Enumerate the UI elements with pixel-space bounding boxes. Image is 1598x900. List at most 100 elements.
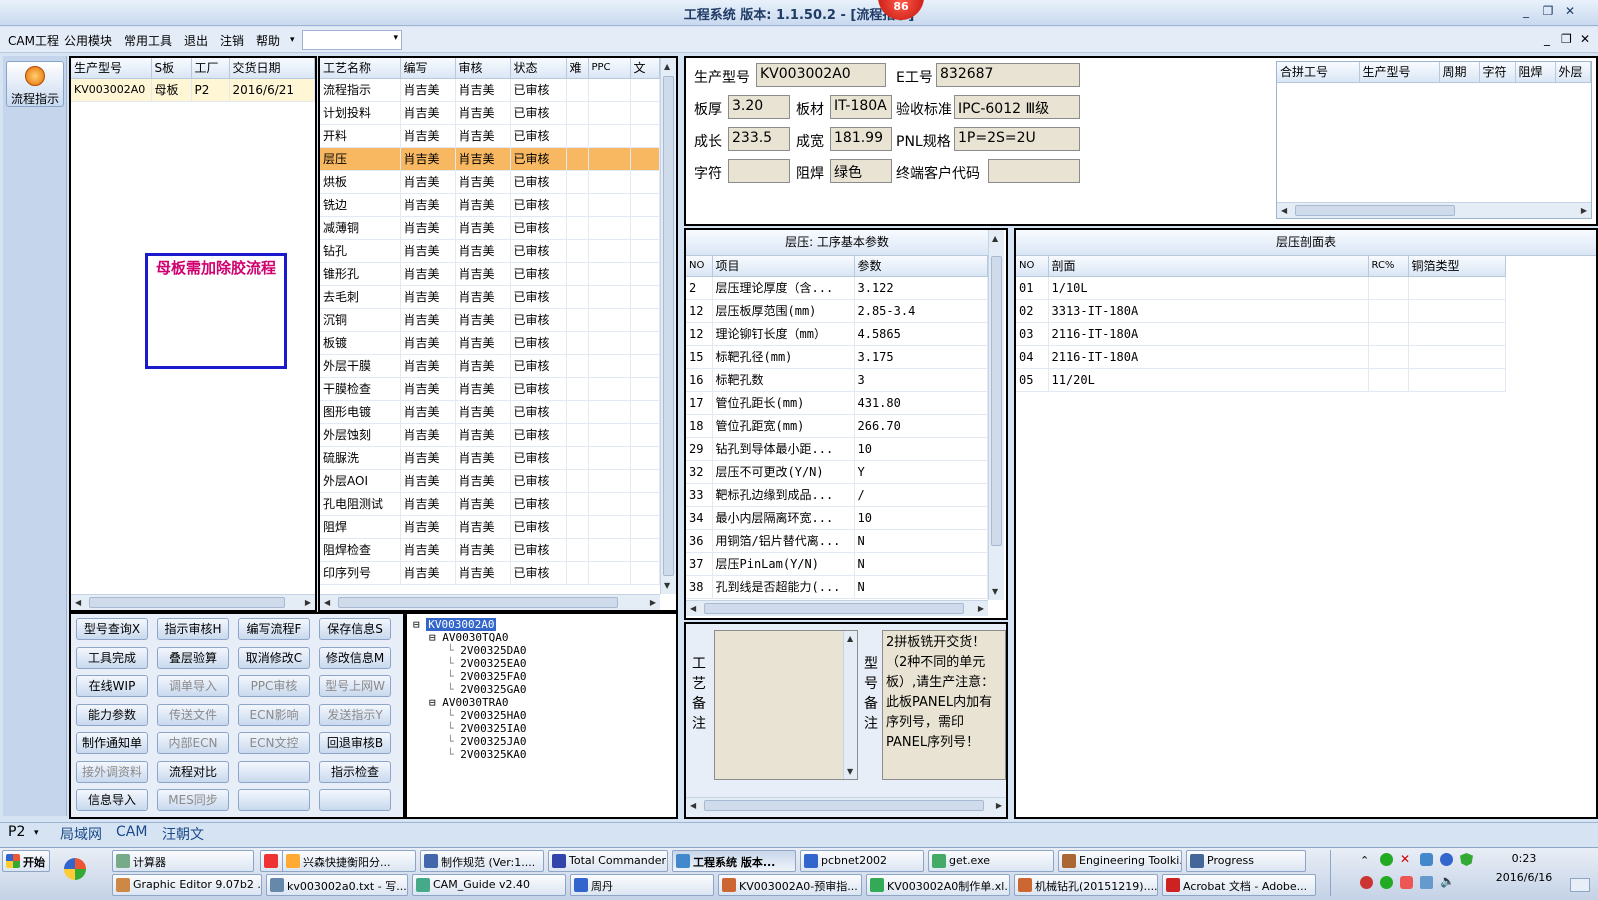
table-row[interactable]: 18 管位孔距宽(mm) 266.70 (686, 414, 988, 438)
tree-leaf[interactable]: └ 2V00325DA0 (413, 644, 670, 657)
pnl-field[interactable]: 1P=2S=2U (954, 127, 1080, 151)
col-model[interactable]: 生产型号 (71, 58, 152, 79)
scroll-left-icon[interactable]: ◀ (75, 598, 81, 607)
action-button[interactable]: 发送指示Y (319, 703, 391, 726)
scroll-up-icon[interactable]: ▲ (664, 62, 670, 71)
taskbar-item[interactable]: 机械钻孔(20151219).... (1014, 874, 1158, 896)
char-field[interactable] (728, 159, 790, 183)
action-button[interactable]: 能力参数 (76, 703, 148, 726)
model-hscroll[interactable]: ◀ ▶ (71, 594, 315, 610)
scroll-right-icon[interactable]: ▶ (305, 598, 311, 607)
doc-maximize-icon[interactable]: ❐ (1561, 32, 1572, 46)
action-button[interactable]: 编写流程F (238, 618, 310, 640)
action-button[interactable]: MES同步 (157, 789, 229, 811)
table-row[interactable]: 孔电阻测试 肖吉美 肖吉美 已审核 (320, 492, 660, 516)
table-row[interactable]: 印序列号 肖吉美 肖吉美 已审核 (320, 561, 660, 585)
scroll-left-icon[interactable]: ◀ (690, 604, 696, 613)
mask-field[interactable]: 绿色 (830, 159, 892, 183)
table-row[interactable]: 阻焊检查 肖吉美 肖吉美 已审核 (320, 538, 660, 562)
model-remark-field[interactable]: 2拼板铣开交货！（2种不同的单元板）,请生产注意：此板PANEL内加有序列号，需… (882, 630, 1006, 780)
table-row[interactable]: 33 靶标孔边缘到成品... / (686, 483, 988, 507)
action-button[interactable]: 传送文件 (157, 703, 229, 726)
col-no[interactable]: NO (686, 256, 713, 277)
taskbar-item[interactable]: CAM_Guide v2.40 (412, 874, 566, 896)
length-field[interactable]: 233.5 (728, 127, 790, 151)
table-row[interactable]: 锥形孔 肖吉美 肖吉美 已审核 (320, 262, 660, 286)
taskbar-item[interactable]: 计算器 (112, 850, 254, 872)
col-ppc[interactable]: PPC (588, 58, 631, 79)
tree-leaf[interactable]: └ 2V00325FA0 (413, 670, 670, 683)
col-mask[interactable]: 阻焊 (1515, 62, 1556, 83)
taskbar-item[interactable]: 兴森快捷衡阳分... (282, 850, 416, 872)
taskbar-item[interactable]: Total Commander ... (548, 850, 668, 872)
col-sboard[interactable]: S板 (151, 58, 192, 79)
chevron-down-icon[interactable]: ▾ (34, 828, 39, 838)
col-value[interactable]: 参数 (854, 256, 988, 277)
table-row[interactable]: 层压 肖吉美 肖吉美 已审核 (320, 147, 660, 171)
table-row[interactable]: 34 最小内层隔离环宽... 10 (686, 506, 988, 530)
col-combine-model[interactable]: 生产型号 (1359, 62, 1440, 83)
table-row[interactable]: 12 层压板厚范围(mm) 2.85-3.4 (686, 299, 988, 323)
scroll-left-icon[interactable]: ◀ (1281, 206, 1287, 215)
tray-expand-icon[interactable]: ⌃ (1360, 854, 1369, 867)
tray-app3-icon[interactable] (1380, 876, 1393, 889)
col-status[interactable]: 状态 (510, 58, 567, 79)
thickness-field[interactable]: 3.20 (728, 95, 790, 119)
table-row[interactable]: 29 钻孔到导体最小距... 10 (686, 437, 988, 461)
scroll-thumb[interactable] (704, 800, 984, 811)
tree-expand-icon[interactable]: ⊟ (429, 696, 442, 709)
remarks-hscroll[interactable]: ◀ ▶ (686, 797, 1006, 813)
scroll-thumb[interactable] (663, 76, 674, 576)
action-button[interactable] (238, 760, 310, 783)
action-button[interactable] (238, 789, 310, 811)
action-button[interactable]: 取消修改C (238, 646, 310, 669)
model-field[interactable]: KV003002A0 (756, 63, 886, 87)
customer-field[interactable] (988, 159, 1080, 183)
table-row[interactable]: 05 11/20L (1016, 368, 1506, 392)
process-remark-field[interactable]: ▲ ▼ (714, 630, 858, 780)
col-factory[interactable]: 工厂 (191, 58, 230, 79)
action-button[interactable]: 内部ECN (157, 732, 229, 754)
table-row[interactable]: 铣边 肖吉美 肖吉美 已审核 (320, 193, 660, 217)
tree-node[interactable]: ⊟ AV0030TQA0 (413, 631, 670, 644)
material-field[interactable]: IT-180A (830, 95, 892, 119)
width-field[interactable]: 181.99 (830, 127, 892, 151)
scroll-left-icon[interactable]: ◀ (690, 801, 696, 810)
table-row[interactable]: 硫脲洗 肖吉美 肖吉美 已审核 (320, 446, 660, 470)
table-row[interactable]: 板镀 肖吉美 肖吉美 已审核 (320, 331, 660, 355)
action-button[interactable] (319, 789, 391, 811)
scroll-thumb[interactable] (991, 256, 1002, 546)
tree-expand-icon[interactable]: ⊟ (429, 631, 442, 644)
params-vscroll[interactable]: ▲ ▼ (988, 230, 1004, 600)
scroll-down-icon[interactable]: ▼ (664, 581, 670, 590)
taskbar-item[interactable]: 制作规范 (Ver:1.... (420, 850, 544, 872)
tree-leaf[interactable]: └ 2V00325HA0 (413, 709, 670, 722)
flow-indicator-button[interactable]: 流程指示 (6, 61, 64, 107)
scroll-down-icon[interactable]: ▼ (992, 587, 998, 596)
action-button[interactable]: 回退审核B (319, 732, 391, 754)
taskbar-item[interactable]: pcbnet2002 (800, 850, 924, 872)
action-button[interactable]: 型号查询X (76, 618, 148, 640)
table-row[interactable]: 开料 肖吉美 肖吉美 已审核 (320, 124, 660, 148)
action-button[interactable]: ECN文控 (238, 732, 310, 754)
doc-minimize-icon[interactable]: _ (1544, 32, 1550, 46)
taskbar-item[interactable]: Engineering Toolki... (1058, 850, 1182, 872)
table-row[interactable]: 04 2116-IT-180A (1016, 345, 1506, 369)
scroll-right-icon[interactable]: ▶ (1581, 206, 1587, 215)
table-row[interactable]: 烘板 肖吉美 肖吉美 已审核 (320, 170, 660, 194)
remark-vscroll[interactable]: ▲ ▼ (843, 631, 857, 779)
table-row[interactable]: 外层干膜 肖吉美 肖吉美 已审核 (320, 354, 660, 378)
action-button[interactable]: PPC审核 (238, 675, 310, 697)
table-row[interactable]: 12 理论铆钉长度（mm） 4.5865 (686, 322, 988, 346)
table-row[interactable]: 2 层压理论厚度（含... 3.122 (686, 276, 988, 300)
doc-close-icon[interactable]: ✕ (1580, 32, 1590, 46)
eno-field[interactable]: 832687 (936, 63, 1080, 87)
scroll-right-icon[interactable]: ▶ (996, 801, 1002, 810)
scroll-thumb[interactable] (1295, 205, 1455, 216)
taskbar-item[interactable]: Progress (1186, 850, 1306, 872)
table-row[interactable]: 02 3313-IT-180A (1016, 299, 1506, 323)
table-row[interactable]: 沉铜 肖吉美 肖吉美 已审核 (320, 308, 660, 332)
shield-icon[interactable] (1460, 853, 1473, 866)
table-row[interactable]: 03 2116-IT-180A (1016, 322, 1506, 346)
table-row[interactable]: 干膜检查 肖吉美 肖吉美 已审核 (320, 377, 660, 401)
